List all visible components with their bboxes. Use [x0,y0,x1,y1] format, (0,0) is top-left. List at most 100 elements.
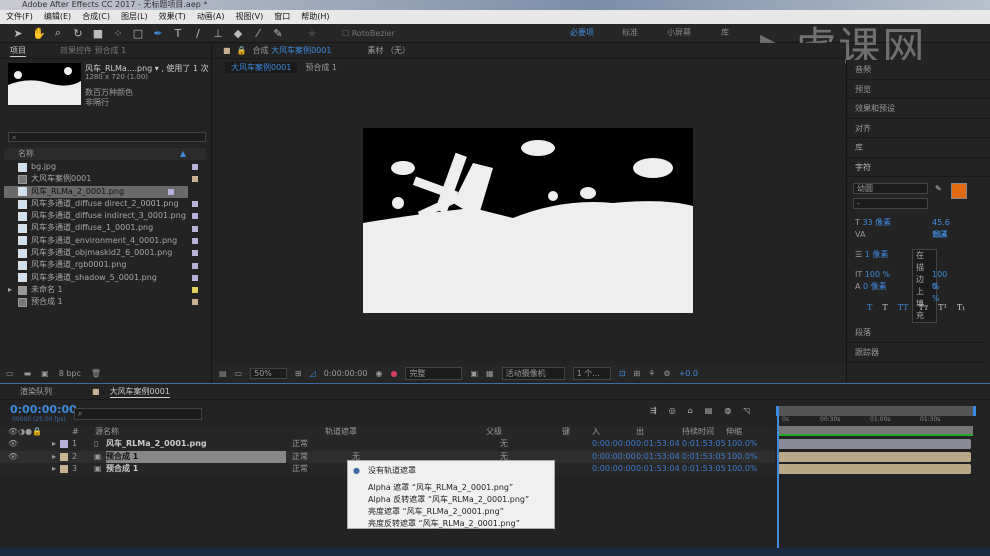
rotate-tool-icon[interactable]: ↻ [72,27,84,40]
expand-arrow-icon[interactable]: ▸ [52,438,56,451]
tab-timeline-comp[interactable]: 大风车案例0001 [109,386,170,398]
column-header-name[interactable]: 名称 ▲ [4,148,206,160]
layer-name[interactable]: 风车_RLMa_2_0001.png [106,438,207,451]
label-color-swatch[interactable] [60,440,68,448]
project-item[interactable]: 风车多通道_rgb0001.png [4,259,212,271]
small-caps-button[interactable]: Tт [919,303,929,312]
new-comp-icon[interactable]: ▣ [41,369,49,378]
bpc-label[interactable]: 8 bpc [59,369,81,378]
tab-project[interactable]: 项目 [10,45,26,57]
menu-edit[interactable]: 编辑(E) [44,10,71,24]
hand-tool-icon[interactable]: ✋ [32,27,46,40]
exposure-value[interactable]: +0.0 [679,369,698,378]
timeline-search-input[interactable]: ⌕ [74,408,202,420]
menu-help[interactable]: 帮助(H) [301,10,329,24]
current-time[interactable]: 0:00:00:00 [324,369,368,378]
views-dropdown[interactable]: 1 个... [572,366,611,380]
breadcrumb-main-comp[interactable]: 大风车案例0001 [225,62,298,73]
baseline-shift-value[interactable]: 0 像素 [863,282,887,291]
faux-bold-button[interactable]: T [867,303,872,312]
draft-3d-icon[interactable]: ◎ [669,406,676,415]
camera-dropdown[interactable]: 活动摄像机 [501,366,565,380]
layer-mode[interactable]: 正常 [292,451,308,464]
interpret-footage-icon[interactable]: ▭ [6,369,14,378]
project-item[interactable]: 大风车案例0001 [4,173,212,185]
tsume-value[interactable]: 0 % [932,281,940,305]
panel-align[interactable]: 对齐 [847,119,990,138]
tab-effect-controls[interactable]: 效果控件 预合成 1 [60,45,126,56]
vertical-scale-value[interactable]: 100 % [865,270,890,279]
menu-luma-inverted-matte[interactable]: 亮度反转遮罩 “风车_RLMa_2_0001.png” [368,518,520,529]
menu-view[interactable]: 视图(V) [236,10,264,24]
monitor-icon[interactable]: ▭ [235,369,243,378]
expand-arrow-icon[interactable]: ▸ [8,284,12,296]
project-item[interactable]: 风车多通道_objmaskid2_6_0001.png [4,247,212,259]
flowchart-icon[interactable]: ⚘ [648,369,655,378]
panel-audio[interactable]: 音频 [847,60,990,80]
menu-alpha-matte[interactable]: Alpha 遮罩 “风车_RLMa_2_0001.png” [368,482,513,493]
zoom-tool-icon[interactable]: ⌕ [52,26,64,40]
snapshot-options-icon[interactable]: ▤ [219,369,227,378]
project-item[interactable]: 风车多通道_environment_4_0001.png [4,235,212,247]
label-color-swatch[interactable] [192,225,198,232]
pan-behind-tool-icon[interactable]: ⁘ [112,27,124,40]
motion-blur-icon[interactable]: ◍ [724,406,731,415]
color-channels-icon[interactable]: ● [390,369,397,378]
layer-duration-bar[interactable] [778,464,971,475]
font-style-dropdown[interactable]: - [853,198,928,209]
menu-file[interactable]: 文件(F) [6,10,33,24]
fast-previews-icon[interactable]: ⊡ [619,369,626,378]
label-color-swatch[interactable] [192,213,198,220]
menu-effect[interactable]: 效果(T) [159,10,186,24]
breadcrumb-precomp[interactable]: 预合成 1 [305,62,337,73]
eraser-tool-icon[interactable]: ◆ [232,27,244,40]
clone-stamp-tool-icon[interactable]: ⊥ [212,27,224,40]
layer-mode[interactable]: 正常 [292,463,308,476]
zoom-dropdown[interactable]: 50% [250,367,287,379]
layer-duration-bar[interactable] [778,451,971,462]
fill-color-swatch[interactable] [951,183,967,199]
trash-icon[interactable]: 🗑 [91,369,101,378]
settings-icon[interactable]: ⚙ [663,369,670,378]
label-color-swatch[interactable] [168,188,174,195]
camera-tool-icon[interactable]: ■ [92,27,104,40]
menu-animation[interactable]: 动画(A) [197,10,225,24]
character-panel-title[interactable]: 字符 [847,158,990,177]
frame-blending-icon[interactable]: ▤ [705,406,713,415]
rectangle-tool-icon[interactable]: □ [132,27,144,40]
label-color-swatch[interactable] [192,299,198,306]
workspace-essentials[interactable]: 必要项 [570,27,594,38]
selection-tool-icon[interactable]: ➤ [12,27,24,40]
rotobezier-checkbox[interactable]: ☐ RotoBezier [342,29,395,38]
menu-alpha-inverted-matte[interactable]: Alpha 反转遮罩 “风车_RLMa_2_0001.png” [368,494,529,505]
panel-preview[interactable]: 预览 [847,80,990,99]
tab-footage[interactable]: 素材 （无） [367,45,410,56]
font-family-dropdown[interactable]: 幼圆 [853,183,928,194]
panel-effects-presets[interactable]: 效果和预设 [847,99,990,119]
layer-duration-bar[interactable] [778,439,971,449]
superscript-button[interactable]: T¹ [938,303,947,312]
menu-window[interactable]: 窗口 [274,10,290,24]
resolution-dropdown[interactable]: 完整 [405,366,463,380]
camera-snapshot-icon[interactable]: ◉ [375,369,382,378]
menu-composition[interactable]: 合成(C) [82,10,110,24]
workspace-small-screen[interactable]: 小屏幕 [667,27,691,38]
tab-render-queue[interactable]: 渲染队列 [20,386,52,397]
project-item[interactable]: 风车多通道_diffuse indirect_3_0001.png [4,210,212,222]
project-item[interactable]: 风车多通道_diffuse_1_0001.png [4,222,212,234]
work-area-bar[interactable] [776,406,976,416]
composition-viewer[interactable] [363,128,693,313]
faux-italic-button[interactable]: T [882,303,887,312]
project-item[interactable]: bg.jpg [4,161,212,173]
expand-arrow-icon[interactable]: ▸ [52,463,56,476]
label-color-swatch[interactable] [192,250,198,257]
roto-brush-tool-icon[interactable]: ⁄ [252,27,264,40]
project-item[interactable]: 风车多通道_diffuse direct_2_0001.png [4,198,212,210]
label-color-swatch[interactable] [192,237,198,244]
mask-visibility-icon[interactable]: ◿ [310,369,316,378]
pen-tool-icon[interactable]: ✒ [152,27,164,40]
panel-library[interactable]: 库 [847,138,990,158]
layer-parent[interactable]: 无 [500,438,508,451]
workspace-library[interactable]: 库 [721,27,729,38]
workspace-standard[interactable]: 标准 [622,27,638,38]
